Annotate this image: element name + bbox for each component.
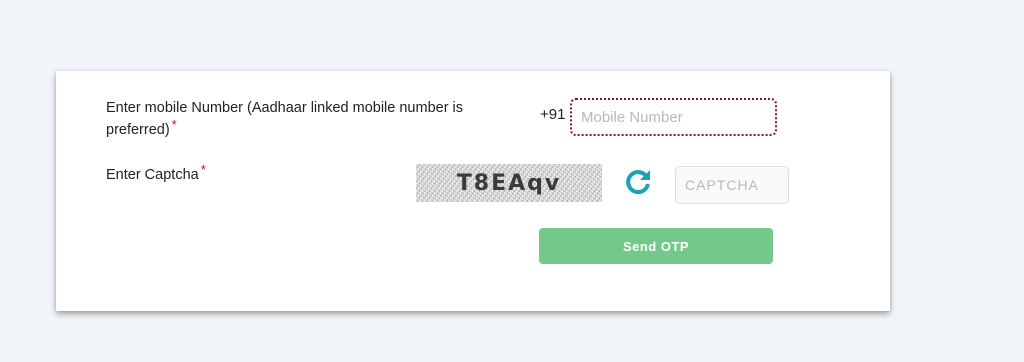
required-asterisk: * — [200, 162, 206, 177]
required-asterisk: * — [171, 117, 177, 132]
country-code-prefix: +91 — [540, 106, 566, 123]
send-otp-button[interactable]: Send OTP — [539, 228, 773, 264]
captcha-image-text: T8EAqv — [456, 170, 562, 196]
captcha-label-text: Enter Captcha — [106, 167, 199, 183]
mobile-number-label: Enter mobile Number (Aadhaar linked mobi… — [106, 98, 496, 141]
captcha-label: Enter Captcha * — [106, 162, 206, 186]
mobile-number-input[interactable] — [570, 98, 777, 136]
captcha-input[interactable] — [675, 166, 789, 204]
captcha-image: T8EAqv — [416, 164, 602, 202]
mobile-number-label-text: Enter mobile Number (Aadhaar linked mobi… — [106, 100, 464, 138]
otp-form-card: Enter mobile Number (Aadhaar linked mobi… — [56, 71, 890, 311]
refresh-icon[interactable] — [624, 167, 652, 195]
